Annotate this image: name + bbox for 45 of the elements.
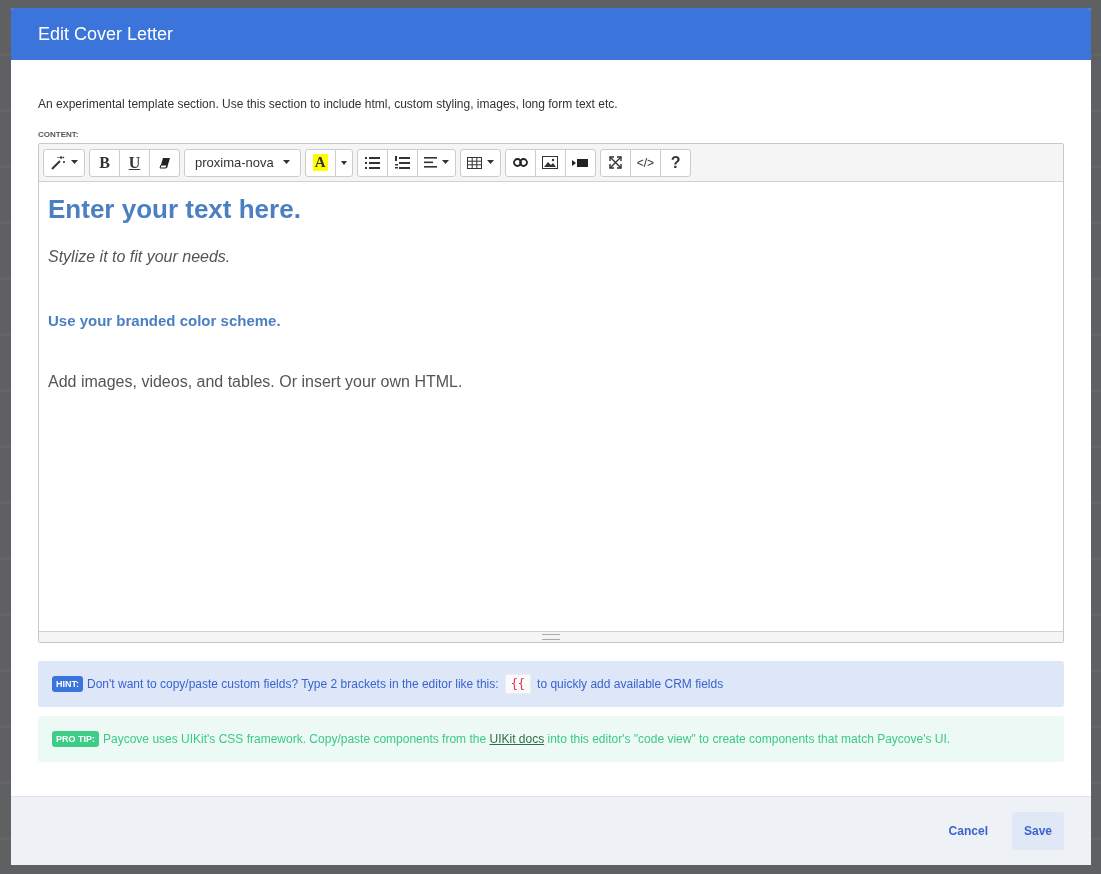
- underline-button[interactable]: U: [119, 148, 150, 177]
- magic-wand-icon: [50, 154, 66, 171]
- code-view-button[interactable]: </>: [629, 148, 662, 177]
- align-icon: [423, 157, 437, 168]
- video-icon: [572, 157, 589, 168]
- table-icon: [466, 156, 482, 169]
- tip-badge: PRO TIP:: [52, 731, 99, 747]
- save-button[interactable]: Save: [1011, 811, 1064, 850]
- cancel-button[interactable]: Cancel: [936, 811, 1000, 850]
- editor-text: Stylize it to fit your needs.: [48, 248, 232, 266]
- help-button[interactable]: ?: [660, 148, 692, 177]
- numbers-button[interactable]: [386, 148, 418, 177]
- magic-button[interactable]: [43, 148, 85, 177]
- eraser-icon: [158, 156, 171, 169]
- resize-handle[interactable]: [39, 631, 1063, 642]
- fullscreen-icon: [608, 156, 622, 169]
- hint-text: Don't want to copy/paste custom fields? Type 2 brackets in the editor like this:: [87, 677, 499, 691]
- font-dropdown[interactable]: proxima-nova: [184, 148, 301, 177]
- caret-button[interactable]: [334, 148, 353, 177]
- text-color-button[interactable]: A: [304, 148, 336, 177]
- link-button[interactable]: [504, 148, 536, 177]
- code-snippet: {{: [504, 674, 532, 694]
- editor-text: Add images, videos, and tables. Or insert your own HTML.: [48, 373, 464, 391]
- content-label: CONTENT:: [38, 130, 80, 140]
- description: An experimental template section. Use this section to include html, custom styling, images, long form text etc.: [38, 97, 619, 112]
- bullets-button[interactable]: [356, 148, 388, 177]
- editor-heading: Enter your text here.: [48, 193, 302, 226]
- hint-text: to quickly add available CRM fields: [537, 677, 724, 691]
- align-button[interactable]: [416, 148, 456, 177]
- image-icon: [542, 156, 559, 169]
- tip-text: Paycove uses UIKit's CSS framework. Copy/paste components from the UIKit docs into this editor's "code view" to create components that match Paycove's UI.: [103, 732, 951, 746]
- link-icon: [512, 158, 528, 167]
- hint-badge: HINT:: [52, 676, 83, 692]
- fullscreen-button[interactable]: [599, 148, 631, 177]
- docs-link[interactable]: UIKit docs: [489, 732, 545, 746]
- caret-icon: [339, 159, 348, 166]
- dialog-title: Edit Cover Letter: [38, 23, 174, 45]
- table-button[interactable]: [459, 148, 501, 177]
- eraser-button[interactable]: [149, 148, 180, 177]
- editor-subheading: Use your branded color scheme.: [48, 312, 282, 329]
- numbered-list-icon: [394, 156, 410, 169]
- video-button[interactable]: [564, 148, 596, 177]
- bullet-list-icon: [364, 156, 380, 169]
- image-button[interactable]: [534, 148, 566, 177]
- bold-button[interactable]: B: [89, 148, 120, 177]
